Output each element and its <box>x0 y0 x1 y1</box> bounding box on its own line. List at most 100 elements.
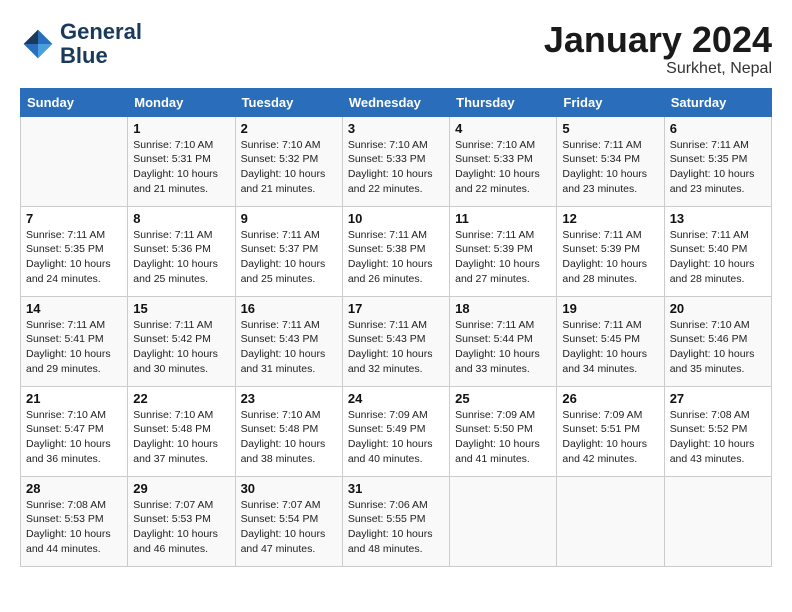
day-info: Sunrise: 7:06 AMSunset: 5:55 PMDaylight:… <box>348 498 444 557</box>
weekday-header-monday: Monday <box>128 88 235 116</box>
day-number: 31 <box>348 481 444 496</box>
logo-icon <box>20 26 56 62</box>
day-number: 12 <box>562 211 658 226</box>
calendar-cell: 3 Sunrise: 7:10 AMSunset: 5:33 PMDaylight… <box>342 116 449 206</box>
calendar-cell: 20Sunrise: 7:10 AMSunset: 5:46 PMDayligh… <box>664 296 771 386</box>
day-number: 30 <box>241 481 337 496</box>
calendar-cell: 11Sunrise: 7:11 AMSunset: 5:39 PMDayligh… <box>450 206 557 296</box>
day-info: Sunrise: 7:11 AMSunset: 5:35 PMDaylight:… <box>26 228 122 287</box>
day-info: Sunrise: 7:10 AMSunset: 5:48 PMDaylight:… <box>241 408 337 467</box>
day-number: 26 <box>562 391 658 406</box>
day-info: Sunrise: 7:11 AMSunset: 5:35 PMDaylight:… <box>670 138 766 197</box>
weekday-header-wednesday: Wednesday <box>342 88 449 116</box>
calendar-cell: 12 Sunrise: 7:11 AMSunset: 5:39 PMDayligh… <box>557 206 664 296</box>
day-info: Sunrise: 7:11 AMSunset: 5:39 PMDaylight:… <box>562 228 658 287</box>
day-info: Sunrise: 7:10 AMSunset: 5:33 PMDaylight:… <box>348 138 444 197</box>
calendar-cell: 2 Sunrise: 7:10 AMSunset: 5:32 PMDaylight… <box>235 116 342 206</box>
calendar-cell: 24 Sunrise: 7:09 AMSunset: 5:49 PMDayligh… <box>342 386 449 476</box>
calendar-cell <box>664 476 771 566</box>
calendar-cell: 30Sunrise: 7:07 AMSunset: 5:54 PMDayligh… <box>235 476 342 566</box>
day-number: 4 <box>455 121 551 136</box>
day-info: Sunrise: 7:11 AMSunset: 5:40 PMDaylight:… <box>670 228 766 287</box>
day-number: 21 <box>26 391 122 406</box>
calendar-cell: 6 Sunrise: 7:11 AMSunset: 5:35 PMDaylight… <box>664 116 771 206</box>
calendar-cell: 14 Sunrise: 7:11 AMSunset: 5:41 PMDayligh… <box>21 296 128 386</box>
day-info: Sunrise: 7:11 AMSunset: 5:42 PMDaylight:… <box>133 318 229 377</box>
day-info: Sunrise: 7:10 AMSunset: 5:32 PMDaylight:… <box>241 138 337 197</box>
calendar-cell <box>450 476 557 566</box>
day-info: Sunrise: 7:09 AMSunset: 5:49 PMDaylight:… <box>348 408 444 467</box>
day-number: 7 <box>26 211 122 226</box>
week-row-4: 21Sunrise: 7:10 AMSunset: 5:47 PMDayligh… <box>21 386 772 476</box>
calendar-cell: 26 Sunrise: 7:09 AMSunset: 5:51 PMDayligh… <box>557 386 664 476</box>
weekday-row: SundayMondayTuesdayWednesdayThursdayFrid… <box>21 88 772 116</box>
day-info: Sunrise: 7:08 AMSunset: 5:52 PMDaylight:… <box>670 408 766 467</box>
calendar-cell <box>21 116 128 206</box>
day-number: 23 <box>241 391 337 406</box>
day-number: 11 <box>455 211 551 226</box>
day-info: Sunrise: 7:11 AMSunset: 5:41 PMDaylight:… <box>26 318 122 377</box>
day-info: Sunrise: 7:11 AMSunset: 5:37 PMDaylight:… <box>241 228 337 287</box>
day-info: Sunrise: 7:11 AMSunset: 5:45 PMDaylight:… <box>562 318 658 377</box>
day-info: Sunrise: 7:11 AMSunset: 5:36 PMDaylight:… <box>133 228 229 287</box>
day-number: 2 <box>241 121 337 136</box>
day-number: 16 <box>241 301 337 316</box>
calendar-cell: 17Sunrise: 7:11 AMSunset: 5:43 PMDayligh… <box>342 296 449 386</box>
day-number: 9 <box>241 211 337 226</box>
day-number: 15 <box>133 301 229 316</box>
day-number: 3 <box>348 121 444 136</box>
day-info: Sunrise: 7:10 AMSunset: 5:46 PMDaylight:… <box>670 318 766 377</box>
calendar-body: 1 Sunrise: 7:10 AMSunset: 5:31 PMDaylight… <box>21 116 772 566</box>
day-info: Sunrise: 7:07 AMSunset: 5:53 PMDaylight:… <box>133 498 229 557</box>
day-number: 10 <box>348 211 444 226</box>
calendar-cell: 8 Sunrise: 7:11 AMSunset: 5:36 PMDaylight… <box>128 206 235 296</box>
location-subtitle: Surkhet, Nepal <box>544 60 772 78</box>
calendar-cell: 29 Sunrise: 7:07 AMSunset: 5:53 PMDayligh… <box>128 476 235 566</box>
calendar-cell <box>557 476 664 566</box>
day-number: 22 <box>133 391 229 406</box>
day-number: 6 <box>670 121 766 136</box>
calendar-cell: 21Sunrise: 7:10 AMSunset: 5:47 PMDayligh… <box>21 386 128 476</box>
calendar-cell: 13 Sunrise: 7:11 AMSunset: 5:40 PMDayligh… <box>664 206 771 296</box>
week-row-2: 7 Sunrise: 7:11 AMSunset: 5:35 PMDaylight… <box>21 206 772 296</box>
month-title: January 2024 <box>544 20 772 60</box>
day-number: 13 <box>670 211 766 226</box>
calendar-cell: 9 Sunrise: 7:11 AMSunset: 5:37 PMDaylight… <box>235 206 342 296</box>
calendar-cell: 27 Sunrise: 7:08 AMSunset: 5:52 PMDayligh… <box>664 386 771 476</box>
day-info: Sunrise: 7:09 AMSunset: 5:51 PMDaylight:… <box>562 408 658 467</box>
day-info: Sunrise: 7:11 AMSunset: 5:43 PMDaylight:… <box>348 318 444 377</box>
day-number: 8 <box>133 211 229 226</box>
week-row-1: 1 Sunrise: 7:10 AMSunset: 5:31 PMDaylight… <box>21 116 772 206</box>
weekday-header-sunday: Sunday <box>21 88 128 116</box>
day-number: 14 <box>26 301 122 316</box>
day-info: Sunrise: 7:11 AMSunset: 5:43 PMDaylight:… <box>241 318 337 377</box>
calendar-cell: 5Sunrise: 7:11 AMSunset: 5:34 PMDaylight… <box>557 116 664 206</box>
day-info: Sunrise: 7:09 AMSunset: 5:50 PMDaylight:… <box>455 408 551 467</box>
calendar-cell: 15 Sunrise: 7:11 AMSunset: 5:42 PMDayligh… <box>128 296 235 386</box>
page-header: General Blue January 2024 Surkhet, Nepal <box>20 20 772 78</box>
day-info: Sunrise: 7:11 AMSunset: 5:38 PMDaylight:… <box>348 228 444 287</box>
logo: General Blue <box>20 20 142 68</box>
day-number: 18 <box>455 301 551 316</box>
calendar-cell: 10 Sunrise: 7:11 AMSunset: 5:38 PMDayligh… <box>342 206 449 296</box>
day-number: 29 <box>133 481 229 496</box>
day-number: 1 <box>133 121 229 136</box>
calendar-cell: 1 Sunrise: 7:10 AMSunset: 5:31 PMDaylight… <box>128 116 235 206</box>
day-number: 28 <box>26 481 122 496</box>
calendar-table: SundayMondayTuesdayWednesdayThursdayFrid… <box>20 88 772 567</box>
weekday-header-tuesday: Tuesday <box>235 88 342 116</box>
calendar-cell: 4 Sunrise: 7:10 AMSunset: 5:33 PMDaylight… <box>450 116 557 206</box>
weekday-header-thursday: Thursday <box>450 88 557 116</box>
calendar-cell: 18Sunrise: 7:11 AMSunset: 5:44 PMDayligh… <box>450 296 557 386</box>
day-info: Sunrise: 7:10 AMSunset: 5:33 PMDaylight:… <box>455 138 551 197</box>
day-info: Sunrise: 7:10 AMSunset: 5:31 PMDaylight:… <box>133 138 229 197</box>
day-number: 24 <box>348 391 444 406</box>
day-number: 27 <box>670 391 766 406</box>
weekday-header-friday: Friday <box>557 88 664 116</box>
calendar-header: SundayMondayTuesdayWednesdayThursdayFrid… <box>21 88 772 116</box>
day-number: 5 <box>562 121 658 136</box>
day-number: 19 <box>562 301 658 316</box>
week-row-3: 14 Sunrise: 7:11 AMSunset: 5:41 PMDayligh… <box>21 296 772 386</box>
calendar-cell: 31 Sunrise: 7:06 AMSunset: 5:55 PMDayligh… <box>342 476 449 566</box>
logo-text: General Blue <box>60 20 142 68</box>
